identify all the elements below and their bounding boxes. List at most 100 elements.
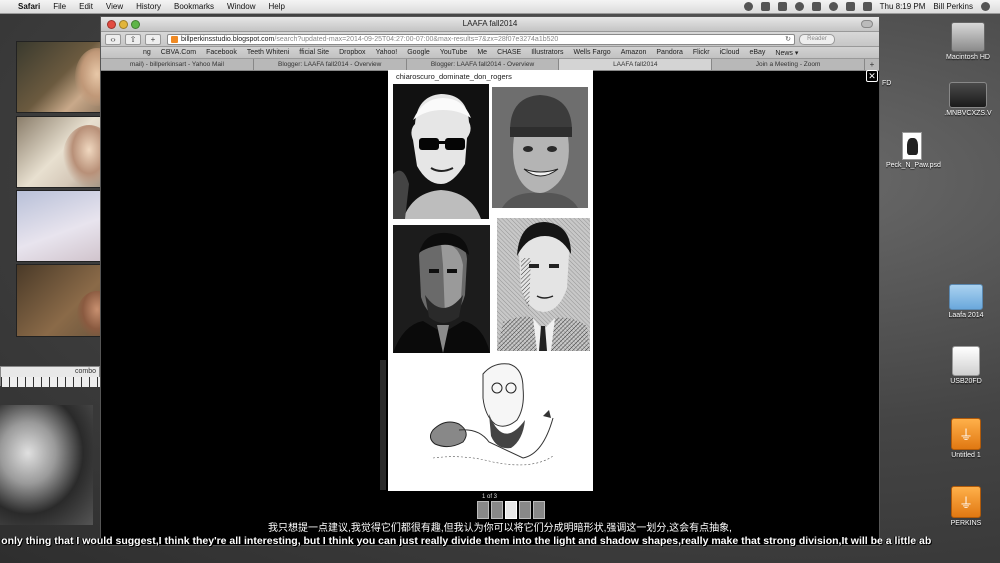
reader-button[interactable]: Reader bbox=[799, 33, 835, 45]
bluetooth-icon[interactable] bbox=[811, 2, 821, 11]
filmstrip-thumbnail[interactable] bbox=[477, 501, 489, 519]
browser-toolbar: ‹› ⇧ + billperkinsstudio.blogspot.com /s… bbox=[101, 32, 879, 47]
window-title: LAAFA fall2014 bbox=[462, 19, 518, 28]
artwork-crosshatch-portrait[interactable] bbox=[497, 218, 590, 351]
volume-icon[interactable] bbox=[845, 2, 855, 11]
partial-window-label: combo bbox=[75, 368, 97, 375]
bookmark-item[interactable]: Dropbox bbox=[339, 49, 365, 56]
desktop-icon-macintosh-hd[interactable]: Macintosh HD bbox=[938, 22, 998, 62]
bookmark-item[interactable]: Teeth Whiteni bbox=[247, 49, 289, 56]
menubar-status-area: Thu 8:19 PM Bill Perkins bbox=[743, 2, 990, 11]
desktop-icon-label: Laafa 2014 bbox=[948, 312, 984, 319]
tab-blogger-overview[interactable]: Blogger: LAAFA fall2014 - Overview bbox=[407, 59, 560, 70]
status-app-icon[interactable] bbox=[743, 2, 753, 11]
image-counter: 1 of 3 bbox=[482, 494, 498, 500]
bookmark-item[interactable]: News ▾ bbox=[775, 49, 798, 57]
bookmark-item[interactable]: Amazon bbox=[621, 49, 647, 56]
bookmark-item[interactable]: YouTube bbox=[440, 49, 468, 56]
share-icon[interactable]: ⇧ bbox=[125, 33, 141, 45]
lightbox-filmstrip bbox=[477, 501, 559, 521]
bookmark-item[interactable]: Wells Fargo bbox=[573, 49, 610, 56]
wifi-icon[interactable] bbox=[828, 2, 838, 11]
artwork-sunglasses-portrait[interactable] bbox=[393, 84, 489, 219]
bookmark-item[interactable]: iCloud bbox=[720, 49, 740, 56]
usb-drive-icon bbox=[952, 346, 980, 376]
menu-edit[interactable]: Edit bbox=[79, 2, 93, 11]
url-domain: billperkinsstudio.blogspot.com bbox=[181, 35, 275, 43]
usb-folder-icon bbox=[951, 486, 981, 518]
artwork-beanie-portrait[interactable] bbox=[492, 87, 588, 208]
psd-file-icon bbox=[902, 132, 922, 160]
bookmark-item[interactable]: Illustrators bbox=[531, 49, 563, 56]
desktop-icon-label: Peck_N_Paw.psd bbox=[886, 162, 941, 169]
hard-drive-icon bbox=[951, 22, 985, 52]
bookmark-item[interactable]: ng bbox=[143, 49, 151, 56]
bookmark-item[interactable]: Google bbox=[407, 49, 430, 56]
tab-laafa-fall2014[interactable]: LAAFA fall2014 bbox=[559, 59, 713, 70]
bookmarks-bar: ng CBVA.Com Facebook Teeth Whiteni ffici… bbox=[101, 47, 879, 59]
lightbox-close-icon[interactable]: ✕ bbox=[866, 70, 878, 82]
desktop-icon-laafa-folder[interactable]: Laafa 2014 bbox=[936, 284, 996, 320]
back-forward-button[interactable]: ‹› bbox=[105, 33, 121, 45]
tab-yahoo-mail[interactable]: mail) - billperkinsart - Yahoo Mail bbox=[101, 59, 254, 70]
partial-photo-window[interactable] bbox=[0, 405, 93, 525]
menu-bookmarks[interactable]: Bookmarks bbox=[174, 2, 214, 11]
ruler bbox=[1, 377, 101, 387]
desktop-icon-label: USB20FD bbox=[950, 378, 982, 385]
desktop-icon-label: Untitled 1 bbox=[951, 452, 981, 459]
bookmark-item[interactable]: Flickr bbox=[693, 49, 710, 56]
desktop-icon-usb20fd[interactable]: USB20FD bbox=[936, 346, 996, 386]
image-caption: chiaroscuro_dominate_don_rogers bbox=[396, 72, 512, 81]
partial-background-window[interactable]: combo bbox=[0, 366, 101, 387]
artwork-dark-bearded-portrait[interactable] bbox=[393, 225, 490, 353]
subtitle-chinese: 我只想提一点建议,我觉得它们都很有趣,但我认为你可以将它们分成明暗形状,强调这一… bbox=[268, 523, 732, 534]
menu-window[interactable]: Window bbox=[227, 2, 255, 11]
desktop-icon-psd-file[interactable]: Peck_N_Paw.psd bbox=[882, 132, 942, 170]
add-bookmark-button[interactable]: + bbox=[145, 33, 161, 45]
status-app-icon[interactable] bbox=[777, 2, 787, 11]
folder-icon bbox=[949, 284, 983, 310]
battery-icon[interactable] bbox=[862, 2, 872, 11]
filmstrip-thumbnail[interactable] bbox=[519, 501, 531, 519]
menu-help[interactable]: Help bbox=[268, 2, 284, 11]
bookmark-item[interactable]: fficial Site bbox=[299, 49, 329, 56]
usb-folder-icon bbox=[951, 418, 981, 450]
address-bar[interactable]: billperkinsstudio.blogspot.com /search?u… bbox=[167, 33, 795, 45]
bookmark-item[interactable]: Pandora bbox=[656, 49, 682, 56]
desktop-icon-printer[interactable]: .MNBVCXZS.V bbox=[938, 82, 998, 118]
bookmark-item[interactable]: CHASE bbox=[497, 49, 521, 56]
partial-icon-label: FD bbox=[882, 80, 892, 87]
bookmark-item[interactable]: Facebook bbox=[206, 49, 237, 56]
url-path: /search?updated-max=2014-09-25T04:27:00-… bbox=[274, 35, 559, 43]
reload-icon[interactable]: ↻ bbox=[785, 35, 791, 43]
window-titlebar[interactable]: LAAFA fall2014 bbox=[101, 17, 879, 32]
bookmark-item[interactable]: Yahoo! bbox=[376, 49, 398, 56]
menu-file[interactable]: File bbox=[53, 2, 66, 11]
menu-app[interactable]: Safari bbox=[18, 2, 40, 11]
sync-icon[interactable] bbox=[794, 2, 804, 11]
desktop-icon-untitled-1[interactable]: Untitled 1 bbox=[936, 418, 996, 460]
bookmark-item[interactable]: Me bbox=[477, 49, 487, 56]
toolbar-toggle-button[interactable] bbox=[861, 20, 873, 28]
status-app-icon[interactable] bbox=[760, 2, 770, 11]
filmstrip-thumbnail[interactable] bbox=[491, 501, 503, 519]
artwork-bald-man-sketch[interactable] bbox=[393, 358, 588, 488]
menu-view[interactable]: View bbox=[106, 2, 123, 11]
menubar-user[interactable]: Bill Perkins bbox=[933, 2, 973, 11]
bookmark-item[interactable]: CBVA.Com bbox=[161, 49, 196, 56]
filmstrip-thumbnail[interactable] bbox=[533, 501, 545, 519]
menu-history[interactable]: History bbox=[136, 2, 161, 11]
menubar-clock[interactable]: Thu 8:19 PM bbox=[880, 2, 926, 11]
menubar: Safari File Edit View History Bookmarks … bbox=[0, 0, 1000, 14]
image-lightbox: chiaroscuro_dominate_don_rogers bbox=[388, 70, 593, 491]
subtitle-english: he only thing that I would suggest,I thi… bbox=[0, 535, 932, 547]
desktop-icon-label: Macintosh HD bbox=[946, 54, 990, 61]
filmstrip-thumbnail-selected[interactable] bbox=[505, 501, 517, 519]
tab-zoom-meeting[interactable]: Join a Meeting - Zoom bbox=[712, 59, 865, 70]
desktop-icon-label: .MNBVCXZS.V bbox=[944, 110, 992, 117]
spotlight-search-icon[interactable] bbox=[981, 2, 990, 11]
bookmark-item[interactable]: eBay bbox=[749, 49, 765, 56]
new-tab-plus-icon[interactable]: + bbox=[865, 59, 879, 70]
printer-icon bbox=[949, 82, 987, 108]
tab-blogger-overview[interactable]: Blogger: LAAFA fall2014 - Overview bbox=[254, 59, 407, 70]
